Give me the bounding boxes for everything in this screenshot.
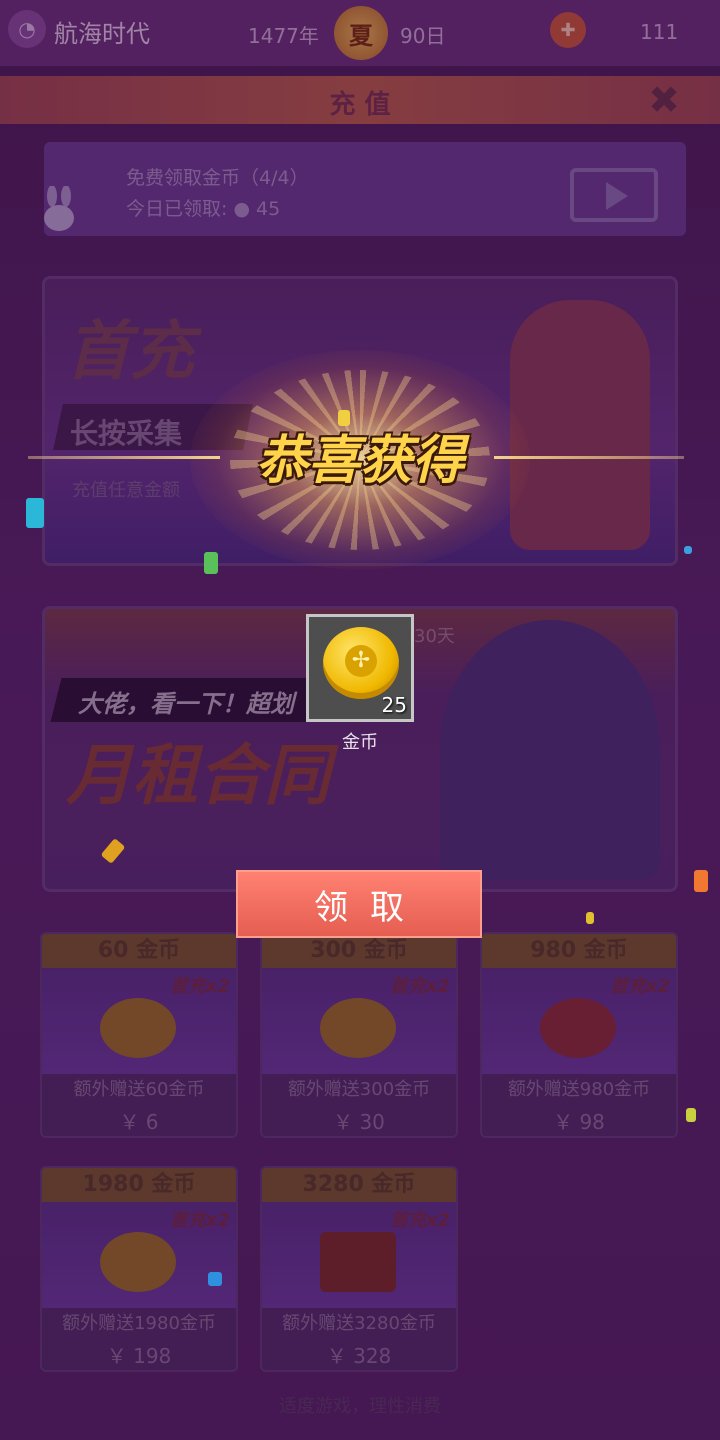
confetti-piece xyxy=(694,870,708,892)
confetti-piece xyxy=(100,838,126,864)
confetti-piece xyxy=(204,552,218,574)
confetti-piece xyxy=(338,410,350,426)
confetti-piece xyxy=(208,1272,222,1286)
coin-emblem: ✢ xyxy=(345,645,377,677)
reward-item-label: 金币 xyxy=(342,732,378,753)
reward-title: 恭喜获得 xyxy=(255,431,464,491)
confetti-piece xyxy=(26,498,44,528)
title-divider-left xyxy=(28,456,220,459)
reward-item-slot[interactable]: ✢ 25 xyxy=(306,614,414,722)
claim-button[interactable]: 领取 xyxy=(236,870,482,938)
reward-quantity: 25 xyxy=(381,693,407,717)
gold-coin-icon: ✢ xyxy=(323,627,399,699)
title-divider-right xyxy=(494,456,684,459)
confetti-piece xyxy=(686,1108,696,1122)
confetti-piece xyxy=(684,546,692,554)
reward-modal-overlay: 恭喜获得 ✢ 25 金币 领取 xyxy=(0,0,720,1440)
confetti-piece xyxy=(586,912,594,924)
